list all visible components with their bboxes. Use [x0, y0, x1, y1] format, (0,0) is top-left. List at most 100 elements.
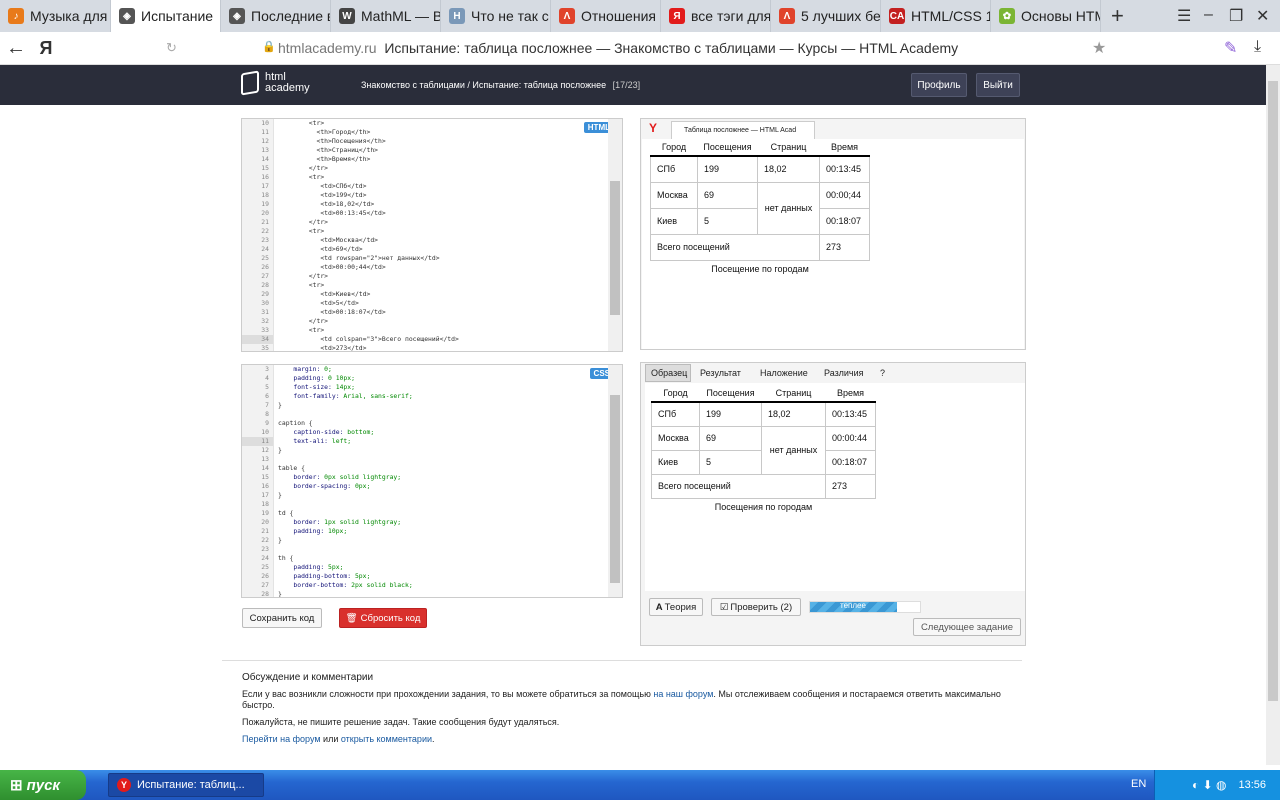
code-line[interactable]: <td>273</td> [278, 344, 459, 351]
forum-link[interactable]: на наш форум [653, 689, 713, 699]
download-icon[interactable]: ⤓ [1254, 38, 1261, 56]
result-tab[interactable]: Различия [819, 364, 871, 382]
css-code[interactable]: margin: 0; padding: 0 10px; font-size: 1… [278, 365, 413, 597]
theory-button[interactable]: A Теория [649, 598, 703, 616]
minimize-icon[interactable]: – [1204, 6, 1213, 24]
code-line[interactable]: <td>СПб</td> [278, 182, 459, 191]
code-line[interactable]: } [278, 446, 413, 455]
code-line[interactable]: caption-side: bottom; [278, 428, 413, 437]
code-line[interactable]: </tr> [278, 317, 459, 326]
code-line[interactable]: <tr> [278, 281, 459, 290]
code-line[interactable]: th { [278, 554, 413, 563]
result-tab[interactable]: ? [875, 364, 889, 382]
scrollbar-thumb[interactable] [610, 181, 620, 315]
html-code[interactable]: <tr> <th>Город</th> <th>Посещения</th> <… [278, 119, 459, 351]
code-line[interactable]: caption { [278, 419, 413, 428]
css-editor[interactable]: 3 4 5 6 7 8 9 10 11 12 13 14 15 16 17 18 19 20 21 22 23 24 25 2… [241, 364, 623, 598]
code-line[interactable]: border-bottom: 2px solid black; [278, 581, 412, 590]
breadcrumb-text[interactable]: Знакомство с таблицами / Испытание: табл… [361, 80, 606, 90]
code-line[interactable]: <th>Время</th> [278, 155, 459, 164]
language-indicator[interactable]: EN [1131, 778, 1146, 790]
logout-button[interactable]: Выйти [976, 73, 1020, 97]
browser-tab[interactable]: CA HTML/CSS 1 [881, 0, 991, 32]
profile-button[interactable]: Профиль [911, 73, 967, 97]
browser-tab[interactable]: ♪ Музыка для [0, 0, 111, 32]
code-line[interactable]: </tr> [278, 272, 459, 281]
browser-tab[interactable]: W MathML — В [331, 0, 441, 32]
academy-logo[interactable]: html academy [241, 70, 310, 96]
code-line[interactable]: <tr> [278, 326, 459, 335]
tray-icons[interactable]: ◐ ⬇ ◍ [1192, 778, 1226, 792]
code-line[interactable]: <td>199</td> [278, 191, 459, 200]
reset-code-button[interactable]: 🗑 Сбросить код [339, 608, 427, 628]
url-field[interactable]: htmlacademy.ru Испытание: таблица послож… [278, 40, 958, 56]
new-tab-button[interactable]: + [1101, 3, 1134, 29]
code-line[interactable]: <tr> [278, 119, 459, 128]
menu-icon[interactable]: ☰ [1177, 6, 1191, 26]
taskbar-item[interactable]: Y Испытание: таблиц... [108, 773, 264, 797]
browser-tab[interactable]: Явсе тэги для [661, 0, 771, 32]
code-line[interactable]: <td>00:13:45</td> [278, 209, 459, 218]
code-line[interactable]: } [278, 401, 413, 410]
code-line[interactable]: <th>Посещения</th> [278, 137, 459, 146]
code-line[interactable]: <tr> [278, 227, 459, 236]
go-to-forum-link[interactable]: Перейти на форум [242, 734, 321, 744]
html-editor-scrollbar[interactable] [608, 119, 622, 351]
code-line[interactable]: text-ali: left; [278, 437, 413, 446]
browser-tab[interactable]: ◈Испытание✕ [111, 0, 221, 32]
open-comments-link[interactable]: открыть комментарии [341, 734, 432, 744]
code-line[interactable] [278, 500, 413, 509]
code-line[interactable]: } [278, 491, 413, 500]
browser-tab[interactable]: Λ Отношения [551, 0, 661, 32]
next-task-button[interactable]: Следующее задание [913, 618, 1021, 636]
code-line[interactable]: padding-bottom: 5px; [278, 572, 413, 581]
code-line[interactable]: border-spacing: 0px; [278, 482, 413, 491]
code-line[interactable]: <tr> [278, 173, 459, 182]
browser-tab[interactable]: ◈ Последние в [221, 0, 331, 32]
code-line[interactable]: <td>5</td> [278, 299, 459, 308]
code-line[interactable]: } [278, 590, 413, 597]
browser-tab[interactable]: H Что не так с [441, 0, 551, 32]
bookmark-star-icon[interactable]: ★ [1092, 38, 1106, 58]
css-editor-scrollbar[interactable] [608, 365, 622, 597]
code-line[interactable]: } [278, 536, 413, 545]
check-button[interactable]: ☑ Проверить (2) [711, 598, 801, 616]
code-line[interactable]: padding: 10px; [278, 527, 413, 536]
code-line[interactable]: font-family: Arial, sans-serif; [278, 392, 413, 401]
code-line[interactable] [278, 455, 413, 464]
code-line[interactable]: padding: 5px; [278, 563, 413, 572]
page-scrollbar[interactable] [1266, 65, 1280, 765]
save-code-button[interactable]: Сохранить код [242, 608, 322, 628]
browser-tab[interactable]: ✿ Основы HTM [991, 0, 1101, 32]
code-line[interactable]: <th>Город</th> [278, 128, 459, 137]
browser-tab[interactable]: Λ 5 лучших бе [771, 0, 881, 32]
code-line[interactable]: border: 0px solid lightgray; [278, 473, 413, 482]
start-button[interactable]: ⊞ пуск [0, 770, 86, 800]
code-line[interactable]: border: 1px solid lightgray; [278, 518, 413, 527]
code-line[interactable]: <td>00:18:07</td> [278, 308, 459, 317]
code-line[interactable]: padding: 0 10px; [278, 374, 413, 383]
code-line[interactable]: </tr> [278, 218, 459, 227]
code-line[interactable]: <td>00:00;44</td> [278, 263, 459, 272]
code-line[interactable]: <th>Страниц</th> [278, 146, 459, 155]
result-tab[interactable]: Образец [645, 364, 691, 382]
yandex-logo[interactable]: Я [32, 38, 60, 59]
result-tab[interactable]: Наложение [755, 364, 815, 382]
code-line[interactable]: <td colspan="3">Всего посещений</td> [278, 335, 459, 344]
code-line[interactable]: </tr> [278, 164, 459, 173]
code-line[interactable]: font-size: 14px; [278, 383, 413, 392]
result-tab[interactable]: Результат [695, 364, 751, 382]
code-line[interactable] [278, 545, 413, 554]
scrollbar-thumb[interactable] [610, 395, 620, 583]
code-line[interactable]: <td rowspan="2">нет данных</td> [278, 254, 459, 263]
code-line[interactable]: <td>18,02</td> [278, 200, 459, 209]
restore-icon[interactable]: ❐ [1229, 6, 1243, 26]
html-editor[interactable]: 10 11 12 13 14 15 16 17 18 19 20 21 22 23 24 25 26 27 28 29… [241, 118, 623, 352]
code-line[interactable]: <td>69</td> [278, 245, 459, 254]
code-line[interactable] [278, 410, 413, 419]
scrollbar-thumb[interactable] [1268, 81, 1278, 701]
code-line[interactable]: table { [278, 464, 413, 473]
code-line[interactable]: td { [278, 509, 413, 518]
back-arrow-icon[interactable]: ← [0, 37, 32, 60]
code-line[interactable]: margin: 0; [278, 365, 413, 374]
